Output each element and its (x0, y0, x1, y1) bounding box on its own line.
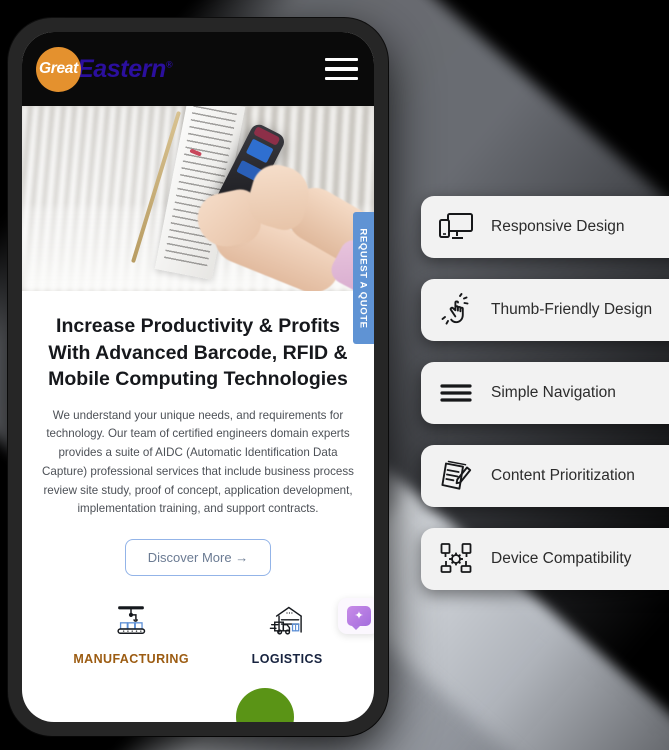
warehouse-truck-icon (268, 602, 306, 640)
feature-card-device-compatibility[interactable]: Device Compatibility (421, 528, 669, 590)
discover-more-button[interactable]: Discover More → (124, 539, 272, 577)
feature-card-content-prioritization[interactable]: Content Prioritization (421, 445, 669, 507)
feature-card-label: Device Compatibility (491, 550, 632, 567)
feature-card-label: Thumb-Friendly Design (491, 301, 653, 318)
brand-logo[interactable]: Great Eastern® (36, 46, 173, 92)
hero-content: Increase Productivity & Profits With Adv… (22, 291, 374, 667)
chat-sparkle-icon: ✦ (347, 606, 371, 630)
responsive-devices-icon (437, 208, 475, 246)
document-pencil-icon (437, 457, 475, 495)
industries-row: MANUFACTURING LOGISTICS (36, 576, 360, 666)
request-a-quote-label: REQUEST A QUOTE (358, 227, 370, 329)
hamburger-line (325, 67, 358, 71)
feature-card-label: Responsive Design (491, 218, 625, 235)
request-a-quote-tab[interactable]: REQUEST A QUOTE (353, 212, 374, 344)
devices-gear-icon (437, 540, 475, 578)
feature-card-label: Content Prioritization (491, 467, 635, 484)
site-header: Great Eastern® (22, 32, 374, 106)
logo-badge-text: Great (39, 60, 78, 77)
industry-item-logistics[interactable]: LOGISTICS (252, 602, 323, 666)
logo-wordmark: Eastern® (77, 54, 173, 84)
body-paragraph: We understand your unique needs, and req… (42, 408, 354, 516)
headline-line: Mobile Computing Technologies (48, 368, 348, 391)
feature-card-thumb-friendly-design[interactable]: Thumb-Friendly Design (421, 279, 669, 341)
headline-line: With Advanced Barcode, RFID & (48, 341, 348, 364)
green-accent-circle (236, 688, 294, 722)
hamburger-line (325, 76, 358, 81)
hamburger-icon[interactable] (325, 57, 358, 81)
industry-label: LOGISTICS (251, 652, 323, 667)
hamburger-line (325, 57, 358, 62)
feature-card-simple-navigation[interactable]: Simple Navigation (421, 362, 669, 424)
feature-cards-list: Responsive Design Thumb-Friendly Design … (421, 196, 669, 611)
registered-mark: ® (165, 59, 173, 70)
hero-image (22, 106, 374, 291)
chat-widget-button[interactable]: ✦ (338, 598, 374, 634)
logo-badge-icon: Great (36, 46, 81, 92)
feature-card-responsive-design[interactable]: Responsive Design (421, 196, 669, 258)
hamburger-lines-icon (437, 374, 475, 412)
hand-tap-icon (437, 291, 475, 329)
industry-item-manufacturing[interactable]: MANUFACTURING (73, 602, 189, 666)
headline-line: Increase Productivity & Profits (56, 315, 340, 337)
feature-card-label: Simple Navigation (491, 384, 616, 401)
industry-label: MANUFACTURING (73, 652, 189, 667)
phone-screen: Great Eastern® REQUEST A QUOTE Increase … (22, 32, 374, 722)
page-title: Increase Productivity & Profits With Adv… (36, 313, 360, 393)
logo-wordmark-text: Eastern (77, 54, 166, 83)
conveyor-robot-arm-icon (112, 602, 150, 640)
phone-mockup: Great Eastern® REQUEST A QUOTE Increase … (8, 18, 388, 736)
